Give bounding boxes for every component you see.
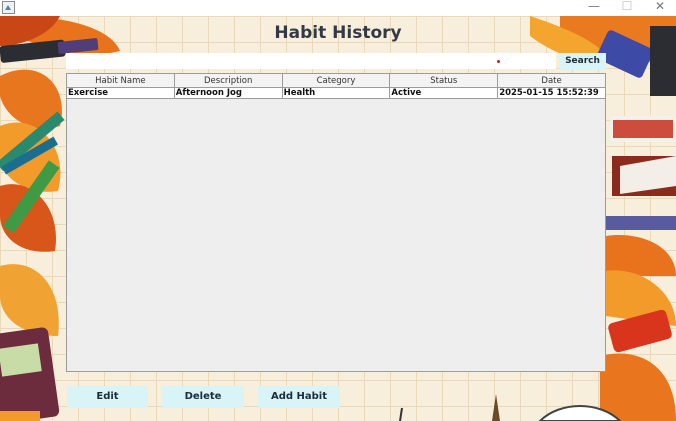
edit-button[interactable]: Edit <box>67 386 148 408</box>
background-panel: Habit History Search Habit Name Descript… <box>0 16 676 421</box>
cell-status[interactable]: Active <box>389 87 499 99</box>
column-header-status[interactable]: Status <box>389 73 499 88</box>
table-row[interactable]: Exercise Afternoon Jog Health Active 202… <box>66 87 606 99</box>
add-habit-button[interactable]: Add Habit <box>258 386 340 408</box>
habit-history-table[interactable]: Habit Name Description Category Status D… <box>66 73 606 99</box>
delete-button[interactable]: Delete <box>162 386 244 408</box>
cell-category[interactable]: Health <box>281 87 391 99</box>
java-app-icon <box>2 1 15 14</box>
close-icon[interactable]: ✕ <box>645 0 675 14</box>
minimize-icon[interactable]: — <box>579 0 609 14</box>
page-title: Habit History <box>274 23 402 43</box>
column-header-description[interactable]: Description <box>173 73 283 88</box>
habit-table-panel[interactable]: Habit Name Description Category Status D… <box>66 73 606 372</box>
column-header-category[interactable]: Category <box>281 73 391 88</box>
text-caret-marker <box>497 60 500 63</box>
table-header-row: Habit Name Description Category Status D… <box>66 73 606 88</box>
cell-habit-name[interactable]: Exercise <box>66 87 175 99</box>
search-input[interactable] <box>66 53 556 69</box>
cell-date[interactable]: 2025-01-15 15:52:39 <box>497 87 606 99</box>
maximize-icon[interactable]: ☐ <box>612 0 642 14</box>
column-header-habit-name[interactable]: Habit Name <box>66 73 175 88</box>
window-titlebar: — ☐ ✕ <box>0 0 676 16</box>
column-header-date[interactable]: Date <box>497 73 606 88</box>
cell-description[interactable]: Afternoon Jog <box>173 87 283 99</box>
search-button[interactable]: Search <box>559 53 606 70</box>
